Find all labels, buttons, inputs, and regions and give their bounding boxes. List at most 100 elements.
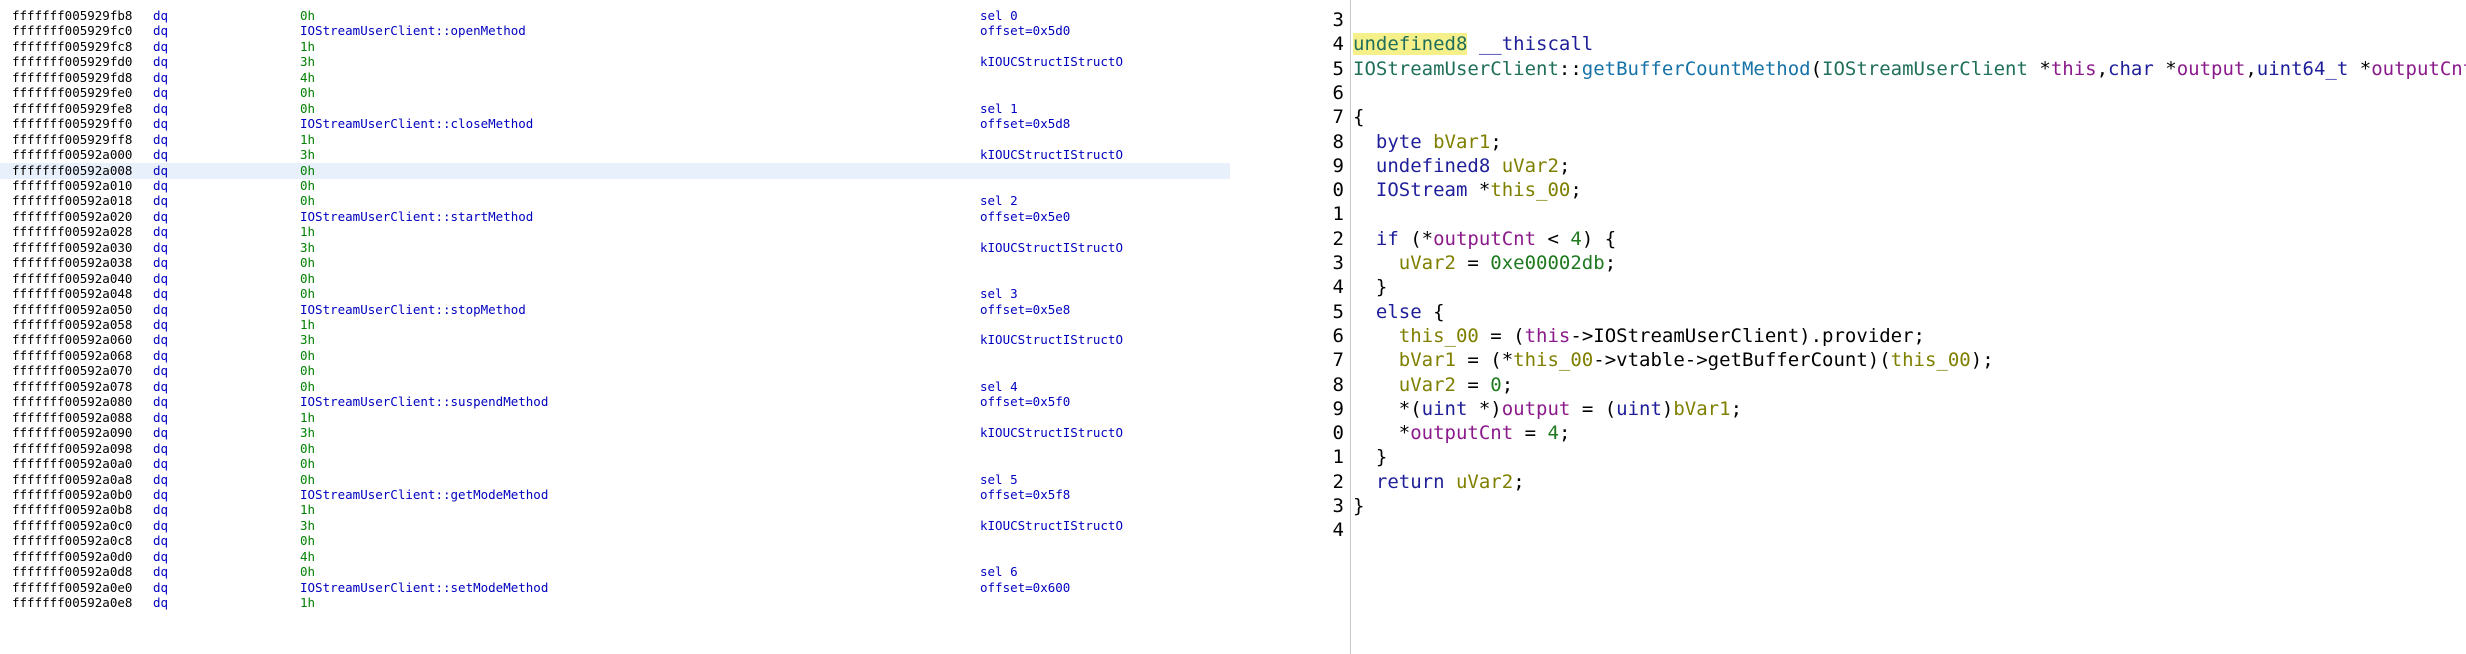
code-token[interactable]: * — [1353, 422, 1410, 444]
code-token[interactable]: = (* — [1456, 349, 1513, 371]
code-token-kw[interactable]: if — [1376, 228, 1399, 250]
code-text[interactable]: IOStreamUserClient::getBufferCountMethod… — [1353, 57, 2466, 81]
listing-row[interactable]: fffffff005929fe0 dq 0h — [0, 85, 1230, 101]
listing-row[interactable]: fffffff00592a088 dq 1h — [0, 410, 1230, 426]
listing-mnemonic[interactable]: dq — [153, 255, 168, 271]
listing-address[interactable]: fffffff00592a0b0 — [12, 487, 132, 503]
listing-mnemonic[interactable]: dq — [153, 178, 168, 194]
code-token-param[interactable]: outputCnt — [2371, 58, 2466, 80]
code-token-param[interactable]: this — [2051, 58, 2097, 80]
listing-address[interactable]: fffffff00592a010 — [12, 178, 132, 194]
code-token[interactable]: ->IOStreamUserClient).provider; — [1570, 325, 1925, 347]
listing-operand-value[interactable]: 0h — [300, 8, 315, 24]
code-token[interactable]: } — [1353, 276, 1387, 298]
listing-row[interactable]: fffffff00592a0e8 dq 1h — [0, 595, 1230, 611]
code-token[interactable]: ; — [1559, 422, 1570, 444]
code-text[interactable]: uVar2 = 0xe00002db; — [1353, 251, 1616, 275]
listing-mnemonic[interactable]: dq — [153, 472, 168, 488]
listing-address[interactable]: fffffff00592a048 — [12, 286, 132, 302]
listing-pane[interactable]: fffffff005929fb8 dq 0h sel 0 fffffff005929fc… — [0, 0, 1230, 654]
listing-mnemonic[interactable]: dq — [153, 348, 168, 364]
listing-address[interactable]: fffffff00592a000 — [12, 147, 132, 163]
listing-row[interactable]: fffffff00592a038 dq 0h — [0, 255, 1230, 271]
listing-address[interactable]: fffffff00592a0c0 — [12, 518, 132, 534]
listing-operand-value[interactable]: 0h — [300, 441, 315, 457]
code-token[interactable]: ; — [1502, 374, 1513, 396]
listing-address[interactable]: fffffff00592a070 — [12, 363, 132, 379]
code-token[interactable]: ; — [1559, 155, 1570, 177]
code-text[interactable]: byte bVar1; — [1353, 130, 1502, 154]
listing-row[interactable]: fffffff00592a048 dq 0h sel 3 — [0, 286, 1230, 302]
code-text[interactable]: { — [1353, 105, 1364, 129]
code-token-kw[interactable]: return — [1376, 471, 1445, 493]
code-token-var[interactable]: uVar2 — [1399, 252, 1456, 274]
code-token-kw[interactable]: byte — [1376, 131, 1422, 153]
listing-address[interactable]: fffffff00592a058 — [12, 317, 132, 333]
code-token-param[interactable]: output — [2177, 58, 2246, 80]
listing-address[interactable]: fffffff00592a0e0 — [12, 580, 132, 596]
code-token-kw[interactable]: undefined8 — [1376, 155, 1490, 177]
listing-address[interactable]: fffffff00592a068 — [12, 348, 132, 364]
listing-row[interactable]: fffffff00592a010 dq 0h — [0, 178, 1230, 194]
code-token-type[interactable]: IOStreamUserClient — [1353, 58, 1559, 80]
listing-row[interactable]: fffffff00592a0a0 dq 0h — [0, 456, 1230, 472]
code-token-var[interactable]: uVar2 — [1502, 155, 1559, 177]
listing-row[interactable]: fffffff00592a020 dq IOStreamUserClient::st… — [0, 209, 1230, 225]
listing-row[interactable]: fffffff00592a098 dq 0h — [0, 441, 1230, 457]
code-token[interactable]: = — [1456, 252, 1490, 274]
code-token-var[interactable]: uVar2 — [1456, 471, 1513, 493]
listing-address[interactable]: fffffff005929fc0 — [12, 23, 132, 39]
listing-row[interactable]: fffffff00592a0a8 dq 0h sel 5 — [0, 472, 1230, 488]
code-line[interactable]: 9 undefined8 uVar2; — [1300, 154, 2466, 178]
code-token[interactable]: } — [1353, 446, 1387, 468]
listing-operand-value[interactable]: 0h — [300, 85, 315, 101]
listing-operand-value[interactable]: 0h — [300, 255, 315, 271]
code-text[interactable]: bVar1 = (*this_00->vtable->getBufferCoun… — [1353, 348, 1994, 372]
listing-mnemonic[interactable]: dq — [153, 147, 168, 163]
code-text[interactable]: this_00 = (this->IOStreamUserClient).pro… — [1353, 324, 1925, 348]
code-token-kw[interactable]: else — [1376, 301, 1422, 323]
listing-mnemonic[interactable]: dq — [153, 533, 168, 549]
listing-mnemonic[interactable]: dq — [153, 70, 168, 86]
listing-operand-value[interactable]: 3h — [300, 147, 315, 163]
code-token-num[interactable]: 4 — [1547, 422, 1558, 444]
code-token[interactable] — [1422, 131, 1433, 153]
listing-mnemonic[interactable]: dq — [153, 549, 168, 565]
code-line[interactable]: 1 } — [1300, 445, 2466, 469]
listing-mnemonic[interactable]: dq — [153, 363, 168, 379]
code-token[interactable]: = — [1456, 374, 1490, 396]
listing-row[interactable]: fffffff005929fd8 dq 4h — [0, 70, 1230, 86]
code-token[interactable] — [1353, 301, 1376, 323]
code-token[interactable] — [1353, 155, 1376, 177]
listing-address[interactable]: fffffff00592a0b8 — [12, 502, 132, 518]
listing-mnemonic[interactable]: dq — [153, 564, 168, 580]
code-line[interactable]: 1 — [1300, 202, 2466, 226]
code-token[interactable]: (* — [1399, 228, 1433, 250]
code-token[interactable]: ; — [1605, 252, 1616, 274]
listing-mnemonic[interactable]: dq — [153, 502, 168, 518]
code-line[interactable]: 6 — [1300, 81, 2466, 105]
listing-address[interactable]: fffffff005929fb8 — [12, 8, 132, 24]
listing-mnemonic[interactable]: dq — [153, 39, 168, 55]
code-text[interactable]: uVar2 = 0; — [1353, 373, 1513, 397]
listing-operand-value[interactable]: 0h — [300, 271, 315, 287]
code-token[interactable]: = ( — [1570, 398, 1616, 420]
code-text[interactable]: } — [1353, 494, 1364, 518]
code-token-param[interactable]: output — [1502, 398, 1571, 420]
code-token-param[interactable]: outputCnt — [1410, 422, 1513, 444]
code-token-kw[interactable]: uint — [1422, 398, 1468, 420]
code-token-kw[interactable]: IOStream — [1376, 179, 1468, 201]
code-token[interactable] — [1353, 325, 1399, 347]
listing-row[interactable]: fffffff00592a0e0 dq IOStreamUserClient::se… — [0, 580, 1230, 596]
listing-operand-value[interactable]: 1h — [300, 39, 315, 55]
code-token[interactable] — [1490, 155, 1501, 177]
listing-mnemonic[interactable]: dq — [153, 441, 168, 457]
code-line[interactable]: 8 uVar2 = 0; — [1300, 373, 2466, 397]
listing-row[interactable]: fffffff00592a058 dq 1h — [0, 317, 1230, 333]
code-line[interactable]: 9 *(uint *)output = (uint)bVar1; — [1300, 397, 2466, 421]
listing-mnemonic[interactable]: dq — [153, 332, 168, 348]
listing-address[interactable]: fffffff00592a0a8 — [12, 472, 132, 488]
listing-mnemonic[interactable]: dq — [153, 54, 168, 70]
code-token-var[interactable]: this_00 — [1513, 349, 1593, 371]
listing-mnemonic[interactable]: dq — [153, 286, 168, 302]
